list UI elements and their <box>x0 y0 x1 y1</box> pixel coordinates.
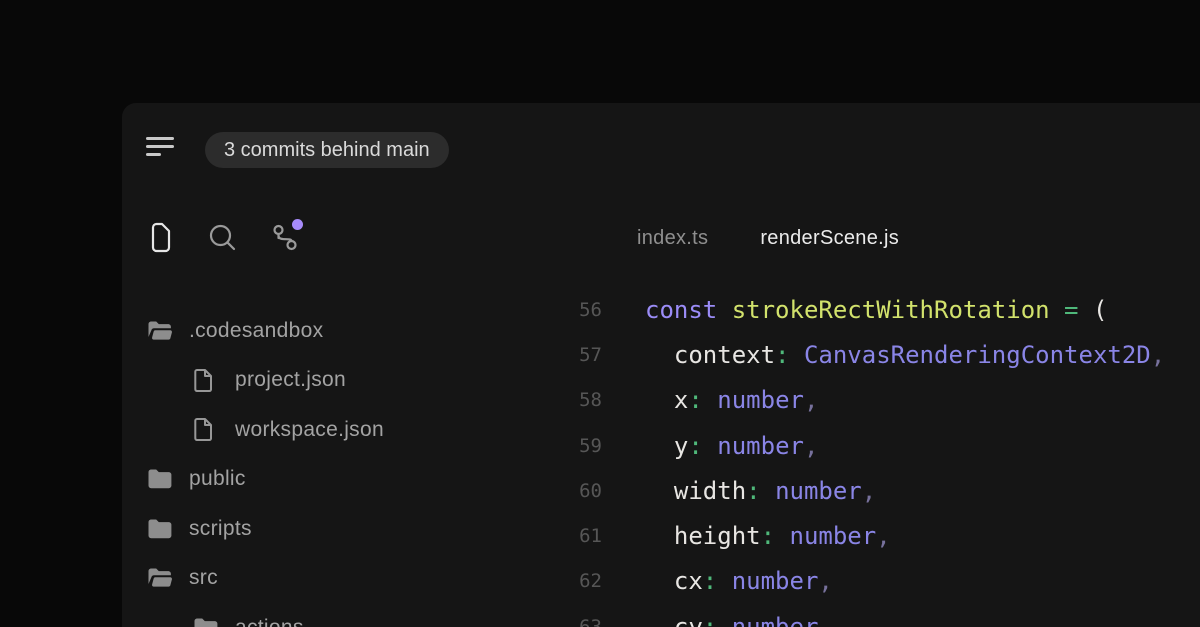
tree-item-label: public <box>189 467 246 491</box>
tree-item-label: src <box>189 566 218 590</box>
tree-item-label: scripts <box>189 517 252 541</box>
branch-status-badge[interactable]: 3 commits behind main <box>205 132 449 168</box>
tree-item-label: .codesandbox <box>189 319 323 343</box>
code-text: height: number, <box>645 522 891 550</box>
line-number: 62 <box>560 570 602 592</box>
code-line-56[interactable]: 56 const strokeRectWithRotation = ( <box>560 287 1200 332</box>
code-text: const strokeRectWithRotation = ( <box>645 296 1107 324</box>
code-line-59[interactable]: 59 y: number, <box>560 423 1200 468</box>
line-number: 60 <box>560 480 602 502</box>
code-text: y: number, <box>645 432 818 460</box>
code-text: cx: number, <box>645 567 833 595</box>
tree-item-label: project.json <box>235 368 346 392</box>
hamburger-menu-icon[interactable] <box>146 137 174 157</box>
folder-open-icon <box>147 320 174 342</box>
code-text: x: number, <box>645 386 818 414</box>
search-icon[interactable] <box>207 222 238 253</box>
code-text: width: number, <box>645 477 876 505</box>
folder-icon <box>193 617 220 627</box>
line-number: 61 <box>560 525 602 547</box>
line-number: 58 <box>560 389 602 411</box>
code-editor[interactable]: 56 const strokeRectWithRotation = ( 57 con… <box>560 287 1200 627</box>
code-line-58[interactable]: 58 x: number, <box>560 378 1200 423</box>
code-line-61[interactable]: 61 height: number, <box>560 513 1200 558</box>
line-number: 57 <box>560 344 602 366</box>
code-line-62[interactable]: 62 cx: number, <box>560 559 1200 604</box>
file-explorer-icon[interactable] <box>149 222 173 253</box>
file-icon <box>193 368 220 393</box>
tree-item-public[interactable]: public <box>147 455 547 505</box>
tree-item-project.json[interactable]: project.json <box>147 356 547 406</box>
tree-item-label: actions <box>235 616 304 627</box>
code-line-63[interactable]: 63 cy: number, <box>560 604 1200 627</box>
tree-item-actions[interactable]: actions <box>147 603 547 627</box>
folder-icon <box>147 468 174 490</box>
tab-renderScene.js[interactable]: renderScene.js <box>760 227 899 250</box>
line-number: 59 <box>560 435 602 457</box>
folder-open-icon <box>147 567 174 589</box>
file-icon <box>193 417 220 442</box>
file-tree: .codesandbox project.json workspace.json pu… <box>147 306 547 627</box>
code-line-57[interactable]: 57 context: CanvasRenderingContext2D, <box>560 332 1200 377</box>
tree-item-.codesandbox[interactable]: .codesandbox <box>147 306 547 356</box>
tab-index.ts[interactable]: index.ts <box>637 227 708 250</box>
editor-tabs: index.ts renderScene.js <box>637 227 899 250</box>
tree-item-scripts[interactable]: scripts <box>147 504 547 554</box>
tree-item-src[interactable]: src <box>147 554 547 604</box>
tree-item-label: workspace.json <box>235 418 384 442</box>
tree-item-workspace.json[interactable]: workspace.json <box>147 405 547 455</box>
activity-bar <box>149 222 299 253</box>
git-branch-icon[interactable] <box>272 222 299 253</box>
notification-dot <box>292 219 303 230</box>
code-line-60[interactable]: 60 width: number, <box>560 468 1200 513</box>
line-number: 63 <box>560 616 602 627</box>
app-panel: 3 commits behind main index.ts renderScen… <box>122 103 1200 627</box>
code-text: context: CanvasRenderingContext2D, <box>645 341 1165 369</box>
line-number: 56 <box>560 299 602 321</box>
code-text: cy: number, <box>645 613 833 627</box>
folder-icon <box>147 518 174 540</box>
